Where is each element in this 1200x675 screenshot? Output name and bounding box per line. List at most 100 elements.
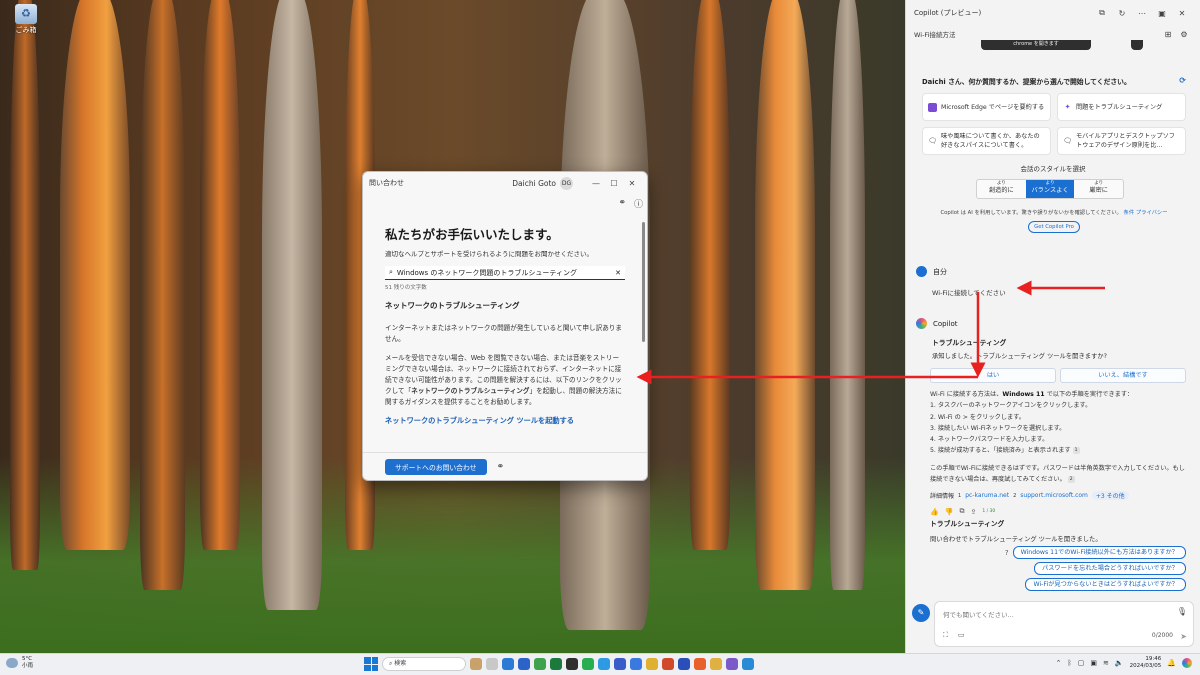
system-tray: ⌃ ᛒ ▢ ▣ ≋ 🔈 19:46 2024/03/05 🔔 bbox=[1056, 656, 1192, 670]
chat-composer: ✎ 何でも聞いてください... 🎙 ⛶ ▭ 0/2000 ➤ bbox=[912, 601, 1194, 647]
copilot-panel: Copilot (プレビュー) ⧉ ↻ ⋯ ▣ ✕ Wi-Fi接続方法 ⊞ ⚙ … bbox=[905, 0, 1200, 653]
thumbs-up-icon[interactable]: 👍 bbox=[930, 508, 939, 516]
maximize-icon[interactable]: ☐ bbox=[605, 179, 623, 188]
image-capture-icon[interactable]: ⛶ bbox=[943, 631, 948, 640]
screenshot-icon[interactable]: ▭ bbox=[958, 631, 965, 640]
tree-trunk bbox=[830, 0, 865, 590]
copilot-taskbar-icon[interactable] bbox=[1182, 658, 1192, 668]
file-explorer-icon[interactable] bbox=[470, 658, 482, 670]
firefox-icon[interactable] bbox=[694, 658, 706, 670]
chevron-up-icon[interactable]: ⌃ bbox=[1056, 659, 1062, 667]
edge-icon[interactable] bbox=[534, 658, 546, 670]
task-view-icon[interactable] bbox=[486, 658, 498, 670]
tree-trunk bbox=[200, 0, 240, 550]
app-icon[interactable] bbox=[662, 658, 674, 670]
share-icon[interactable]: ⚭ bbox=[618, 198, 626, 208]
suggestion-card[interactable]: ✦ 問題をトラブルシューティング bbox=[1057, 93, 1186, 121]
vscode-icon[interactable] bbox=[678, 658, 690, 670]
history-peek bbox=[1131, 40, 1143, 50]
section-title: ネットワークのトラブルシューティング bbox=[385, 301, 520, 310]
avatar[interactable]: DG bbox=[560, 176, 573, 190]
excel-icon[interactable] bbox=[550, 658, 562, 670]
terms-link[interactable]: 条件 bbox=[1124, 210, 1135, 216]
ai-disclaimer: Copilot は AI を利用しています。驚きや誤りがないかを確認してください… bbox=[922, 206, 1186, 234]
line-icon[interactable] bbox=[582, 658, 594, 670]
refresh-icon[interactable]: ↻ bbox=[1112, 9, 1132, 18]
style-balanced-button[interactable]: より バランスよく bbox=[1025, 180, 1075, 198]
teams-icon[interactable] bbox=[598, 658, 610, 670]
followup-suggestion[interactable]: パスワードを忘れた場合どうすればいいですか？ bbox=[1034, 562, 1186, 575]
bluetooth-icon[interactable]: ᛒ bbox=[1068, 659, 1072, 667]
privacy-link[interactable]: プライバシー bbox=[1136, 210, 1168, 216]
style-label: 会話のスタイルを選択 bbox=[1020, 165, 1086, 173]
launch-troubleshooter-link[interactable]: ネットワークのトラブルシューティング ツールを起動する bbox=[385, 416, 625, 426]
copilot-message: Copilot トラブルシューティング 承知しました。トラブルシューティング ツ… bbox=[916, 318, 1190, 543]
open-external-icon[interactable]: ⧉ bbox=[1092, 8, 1112, 18]
recycle-bin-shortcut[interactable]: ♻ ごみ箱 bbox=[8, 4, 44, 38]
word-icon[interactable] bbox=[518, 658, 530, 670]
copy-icon[interactable]: ⧉ bbox=[959, 507, 964, 516]
volume-icon[interactable]: 🔈 bbox=[1115, 659, 1124, 667]
yes-button[interactable]: はい bbox=[930, 368, 1056, 383]
start-button[interactable] bbox=[364, 657, 378, 671]
suggestion-card[interactable]: 🗨 モバイルアプリとデスクトップソフトウェアのデザイン原則を比... bbox=[1057, 127, 1186, 155]
no-button[interactable]: いいえ、結構です bbox=[1060, 368, 1186, 383]
chat-icon: 🗨 bbox=[1063, 136, 1072, 145]
style-creative-button[interactable]: より 創造的に bbox=[977, 180, 1026, 198]
help-search-input[interactable]: ⌕ Windows のネットワーク問題のトラブルシューティング ✕ bbox=[385, 266, 625, 280]
app-icon[interactable] bbox=[646, 658, 658, 670]
app-icon[interactable] bbox=[726, 658, 738, 670]
settings-icon[interactable]: ⚙ bbox=[1176, 30, 1192, 39]
followup-suggestion[interactable]: Windows 11でのWi-Fi接続以外にも方法はありますか？ bbox=[1012, 546, 1186, 559]
page-title: 私たちがお手伝いいたします。 bbox=[385, 227, 559, 242]
store-icon[interactable] bbox=[742, 658, 754, 670]
minimize-icon[interactable]: — bbox=[587, 179, 605, 188]
close-icon[interactable]: ✕ bbox=[1172, 9, 1192, 18]
notification-icon[interactable]: 🔔 bbox=[1167, 659, 1176, 667]
suggestion-card[interactable]: Microsoft Edge でページを要約する bbox=[922, 93, 1051, 121]
style-precise-button[interactable]: より 厳密に bbox=[1074, 180, 1123, 198]
reference-link[interactable]: support.microsoft.com bbox=[1020, 492, 1088, 499]
export-icon[interactable]: ⇪ bbox=[970, 508, 976, 516]
clock[interactable]: 19:46 2024/03/05 bbox=[1130, 656, 1162, 670]
link-icon[interactable]: ⚭ bbox=[497, 462, 505, 472]
clear-icon[interactable]: ✕ bbox=[615, 269, 621, 277]
followup-suggestion[interactable]: Wi-Fiが見つからないときはどうすればよいですか？ bbox=[1025, 578, 1186, 591]
copilot-logo-icon bbox=[916, 318, 927, 329]
followup-row: Wi-Fiが見つからないときはどうすればよいですか？ bbox=[1025, 578, 1186, 591]
messenger-icon[interactable] bbox=[630, 658, 642, 670]
contact-support-button[interactable]: サポートへのお問い合わせ bbox=[385, 458, 487, 475]
scrollbar[interactable] bbox=[642, 222, 645, 342]
refresh-suggestions-icon[interactable]: ⟳ bbox=[1179, 76, 1186, 86]
chat-input[interactable]: 何でも聞いてください... 🎙 ⛶ ▭ 0/2000 ➤ bbox=[934, 601, 1194, 647]
chrome-icon[interactable] bbox=[710, 658, 722, 670]
reference-link[interactable]: pc-karuma.net bbox=[965, 492, 1009, 499]
help-titlebar[interactable]: 問い合わせ Daichi Goto DG — ☐ ✕ bbox=[363, 172, 647, 194]
more-references-button[interactable]: +3 その他 bbox=[1091, 491, 1129, 501]
new-topic-button[interactable]: ✎ bbox=[912, 604, 930, 622]
search-icon: ⌕ bbox=[389, 268, 393, 276]
wifi-icon[interactable]: ≋ bbox=[1103, 659, 1109, 667]
close-icon[interactable]: ✕ bbox=[623, 179, 641, 188]
plugins-icon[interactable]: ⊞ bbox=[1160, 30, 1176, 39]
terminal-icon[interactable] bbox=[566, 658, 578, 670]
dock-icon[interactable]: ▣ bbox=[1152, 9, 1172, 18]
app-tray-icon[interactable]: ▢ bbox=[1078, 659, 1085, 667]
mic-icon[interactable]: 🎙 bbox=[1177, 607, 1187, 616]
widgets-icon[interactable] bbox=[502, 658, 514, 670]
suggestion-text: 問題をトラブルシューティング bbox=[1076, 103, 1163, 111]
user-avatar-icon bbox=[916, 266, 927, 277]
app-icon[interactable] bbox=[614, 658, 626, 670]
thumbs-down-icon[interactable]: 👎 bbox=[945, 508, 954, 516]
suggestion-card[interactable]: 🗨 味や風味について書くか、あなたの好きなスパイスについて書く。 bbox=[922, 127, 1051, 155]
more-icon[interactable]: ⋯ bbox=[1132, 9, 1152, 18]
info-icon[interactable]: ⓘ bbox=[634, 197, 643, 210]
send-icon[interactable]: ➤ bbox=[1180, 632, 1187, 641]
suggestion-text: Microsoft Edge でページを要約する bbox=[941, 103, 1045, 111]
app-tray-icon[interactable]: ▣ bbox=[1090, 659, 1097, 667]
weather-widget[interactable]: 5°C 小雨 bbox=[6, 656, 33, 670]
get-copilot-pro-button[interactable]: Get Copilot Pro bbox=[1028, 221, 1080, 233]
taskbar-search[interactable]: ⌕ 検索 bbox=[382, 657, 466, 671]
char-limit: 0/2000 bbox=[1151, 632, 1173, 639]
tree-trunk bbox=[262, 0, 322, 610]
